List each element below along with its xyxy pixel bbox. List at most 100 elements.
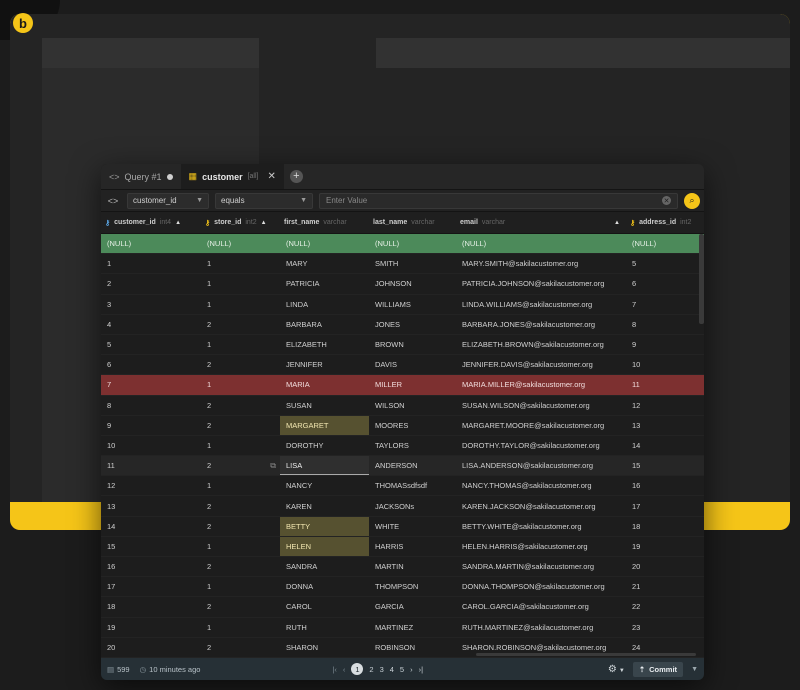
filter-operator-select[interactable]: equals ▼ (215, 192, 313, 209)
table-cell-address-id[interactable]: 23 (626, 618, 704, 637)
table-row[interactable]: 13 2 KAREN JACKSONs KAREN.JACKSON@sakilacust… (101, 496, 704, 517)
table-row[interactable]: 14 2 BETTY WHITE BETTY.WHITE@sakilacustomer.… (101, 516, 704, 537)
table-cell-customer-id[interactable]: 3 (101, 295, 201, 314)
table-cell-address-id[interactable]: 6 (626, 274, 704, 293)
filter-value-input[interactable]: Enter Value ✕ (319, 192, 678, 209)
column-header-store-id[interactable]: ⚷ store_id int2 ▲ (201, 219, 280, 227)
commit-options-chevron-icon[interactable]: ▼ (691, 666, 698, 673)
table-cell-last-name[interactable]: ANDERSON (369, 456, 456, 475)
table-cell-first-name[interactable]: NANCY (280, 476, 369, 495)
table-cell-email[interactable]: SANDRA.MARTIN@sakilacustomer.org (456, 557, 626, 576)
table-cell-store-id[interactable]: 1 (201, 335, 280, 354)
table-cell-address-id[interactable]: (NULL) (626, 234, 704, 253)
tab-query-1[interactable]: <> Query #1 (101, 164, 181, 189)
table-cell-email[interactable]: (NULL) (456, 234, 626, 253)
table-cell-address-id[interactable]: 19 (626, 537, 704, 556)
table-cell-store-id[interactable]: 2 (201, 597, 280, 616)
vertical-scrollbar[interactable] (699, 234, 704, 324)
filter-column-select[interactable]: customer_id ▼ (127, 192, 209, 209)
page-2[interactable]: 2 (369, 665, 373, 674)
table-cell-address-id[interactable]: 11 (626, 375, 704, 394)
table-cell-customer-id[interactable]: 13 (101, 496, 201, 515)
table-cell-last-name[interactable]: THOMPSON (369, 577, 456, 596)
first-page-button[interactable]: |‹ (332, 665, 336, 674)
table-cell-first-name[interactable]: BETTY (280, 516, 369, 536)
table-row[interactable]: 11 2 ⧉ LISA ANDERSON LISA.ANDERSON@sakilacust… (101, 456, 704, 477)
table-row[interactable]: 17 1 DONNA THOMPSON DONNA.THOMPSON@sakilacus… (101, 577, 704, 598)
table-cell-customer-id[interactable]: 20 (101, 638, 201, 657)
edit-icon[interactable]: ⧉ (270, 461, 276, 471)
table-cell-last-name[interactable]: TAYLORS (369, 436, 456, 455)
table-cell-store-id[interactable]: 2 (201, 315, 280, 334)
table-cell-store-id[interactable]: 2 ⧉ (201, 456, 280, 475)
table-cell-address-id[interactable]: 15 (626, 456, 704, 475)
table-row[interactable]: 5 1 ELIZABETH BROWN ELIZABETH.BROWN@sakilacu… (101, 335, 704, 356)
table-cell-customer-id[interactable]: 15 (101, 537, 201, 556)
table-cell-address-id[interactable]: 12 (626, 396, 704, 415)
prev-page-button[interactable]: ‹ (343, 665, 346, 674)
table-cell-customer-id[interactable]: 16 (101, 557, 201, 576)
table-cell-last-name[interactable]: MILLER (369, 375, 456, 394)
sort-asc-icon[interactable]: ▲ (261, 220, 267, 226)
table-cell-address-id[interactable]: 13 (626, 416, 704, 435)
table-cell-last-name[interactable]: MOORES (369, 416, 456, 435)
table-cell-email[interactable]: RUTH.MARTINEZ@sakilacustomer.org (456, 618, 626, 637)
last-page-button[interactable]: ›| (419, 665, 423, 674)
table-cell-customer-id[interactable]: 8 (101, 396, 201, 415)
table-row[interactable]: 10 1 DOROTHY TAYLORS DOROTHY.TAYLOR@sakilacu… (101, 436, 704, 457)
table-cell-customer-id[interactable]: 11 (101, 456, 201, 475)
table-cell-first-name[interactable]: LINDA (280, 295, 369, 314)
table-cell-first-name[interactable]: SANDRA (280, 557, 369, 576)
column-header-customer-id[interactable]: ⚷ customer_id int4 ▲ (101, 219, 201, 227)
table-row[interactable]: 7 1 MARIA MILLER MARIA.MILLER@sakilacustomer… (101, 375, 704, 396)
table-row[interactable]: 16 2 SANDRA MARTIN SANDRA.MARTIN@sakilacusto… (101, 557, 704, 578)
table-cell-first-name[interactable]: LISA (280, 456, 369, 476)
sort-asc-icon[interactable]: ▲ (175, 220, 181, 226)
table-cell-email[interactable]: DOROTHY.TAYLOR@sakilacustomer.org (456, 436, 626, 455)
table-cell-last-name[interactable]: JOHNSON (369, 274, 456, 293)
page-3[interactable]: 3 (380, 665, 384, 674)
table-cell-email[interactable]: SUSAN.WILSON@sakilacustomer.org (456, 396, 626, 415)
table-cell-first-name[interactable]: BARBARA (280, 315, 369, 334)
table-cell-last-name[interactable]: DAVIS (369, 355, 456, 374)
table-cell-customer-id[interactable]: 17 (101, 577, 201, 596)
table-cell-customer-id[interactable]: 5 (101, 335, 201, 354)
table-cell-first-name[interactable]: DOROTHY (280, 436, 369, 455)
table-cell-store-id[interactable]: 1 (201, 295, 280, 314)
table-row[interactable]: 3 1 LINDA WILLIAMS LINDA.WILLIAMS@sakilacust… (101, 295, 704, 315)
table-cell-address-id[interactable]: 18 (626, 517, 704, 536)
table-cell-last-name[interactable]: MARTINEZ (369, 618, 456, 637)
table-cell-store-id[interactable]: 2 (201, 355, 280, 374)
table-cell-first-name[interactable]: (NULL) (280, 234, 369, 253)
table-cell-store-id[interactable]: 1 (201, 274, 280, 293)
table-cell-store-id[interactable]: 1 (201, 476, 280, 495)
page-5[interactable]: 5 (400, 665, 404, 674)
column-header-last-name[interactable]: last_name varchar (369, 219, 456, 226)
table-cell-email[interactable]: HELEN.HARRIS@sakilacustomer.org (456, 537, 626, 556)
table-cell-email[interactable]: KAREN.JACKSON@sakilacustomer.org (456, 496, 626, 515)
table-cell-last-name[interactable]: GARCIA (369, 597, 456, 616)
table-cell-store-id[interactable]: 2 (201, 638, 280, 657)
table-cell-email[interactable]: NANCY.THOMAS@sakilacustomer.org (456, 476, 626, 495)
table-cell-store-id[interactable]: 2 (201, 416, 280, 435)
table-row[interactable]: (NULL) (NULL) (NULL) (NULL) (NULL) (NULL) (101, 234, 704, 255)
table-cell-customer-id[interactable]: (NULL) (101, 234, 201, 253)
table-cell-customer-id[interactable]: 9 (101, 416, 201, 435)
table-cell-last-name[interactable]: JACKSONs (369, 496, 456, 515)
table-row[interactable]: 18 2 CAROL GARCIA CAROL.GARCIA@sakilacustome… (101, 597, 704, 618)
table-cell-last-name[interactable]: ROBINSON (369, 638, 456, 657)
table-cell-address-id[interactable]: 7 (626, 295, 704, 314)
add-tab-button[interactable]: + (284, 164, 303, 189)
table-cell-last-name[interactable]: BROWN (369, 335, 456, 354)
table-row[interactable]: 12 1 NANCY THOMASsdfsdf NANCY.THOMAS@sakilac… (101, 476, 704, 497)
table-row[interactable]: 4 2 BARBARA JONES BARBARA.JONES@sakilacustom… (101, 315, 704, 335)
table-cell-last-name[interactable]: JONES (369, 315, 456, 334)
table-cell-email[interactable]: LISA.ANDERSON@sakilacustomer.org (456, 456, 626, 475)
horizontal-scrollbar[interactable] (476, 653, 696, 656)
table-cell-first-name[interactable]: SHARON (280, 638, 369, 657)
table-cell-last-name[interactable]: WILSON (369, 396, 456, 415)
table-cell-first-name[interactable]: HELEN (280, 536, 369, 556)
table-cell-customer-id[interactable]: 19 (101, 618, 201, 637)
table-cell-email[interactable]: JENNIFER.DAVIS@sakilacustomer.org (456, 355, 626, 374)
table-cell-last-name[interactable]: WHITE (369, 517, 456, 536)
